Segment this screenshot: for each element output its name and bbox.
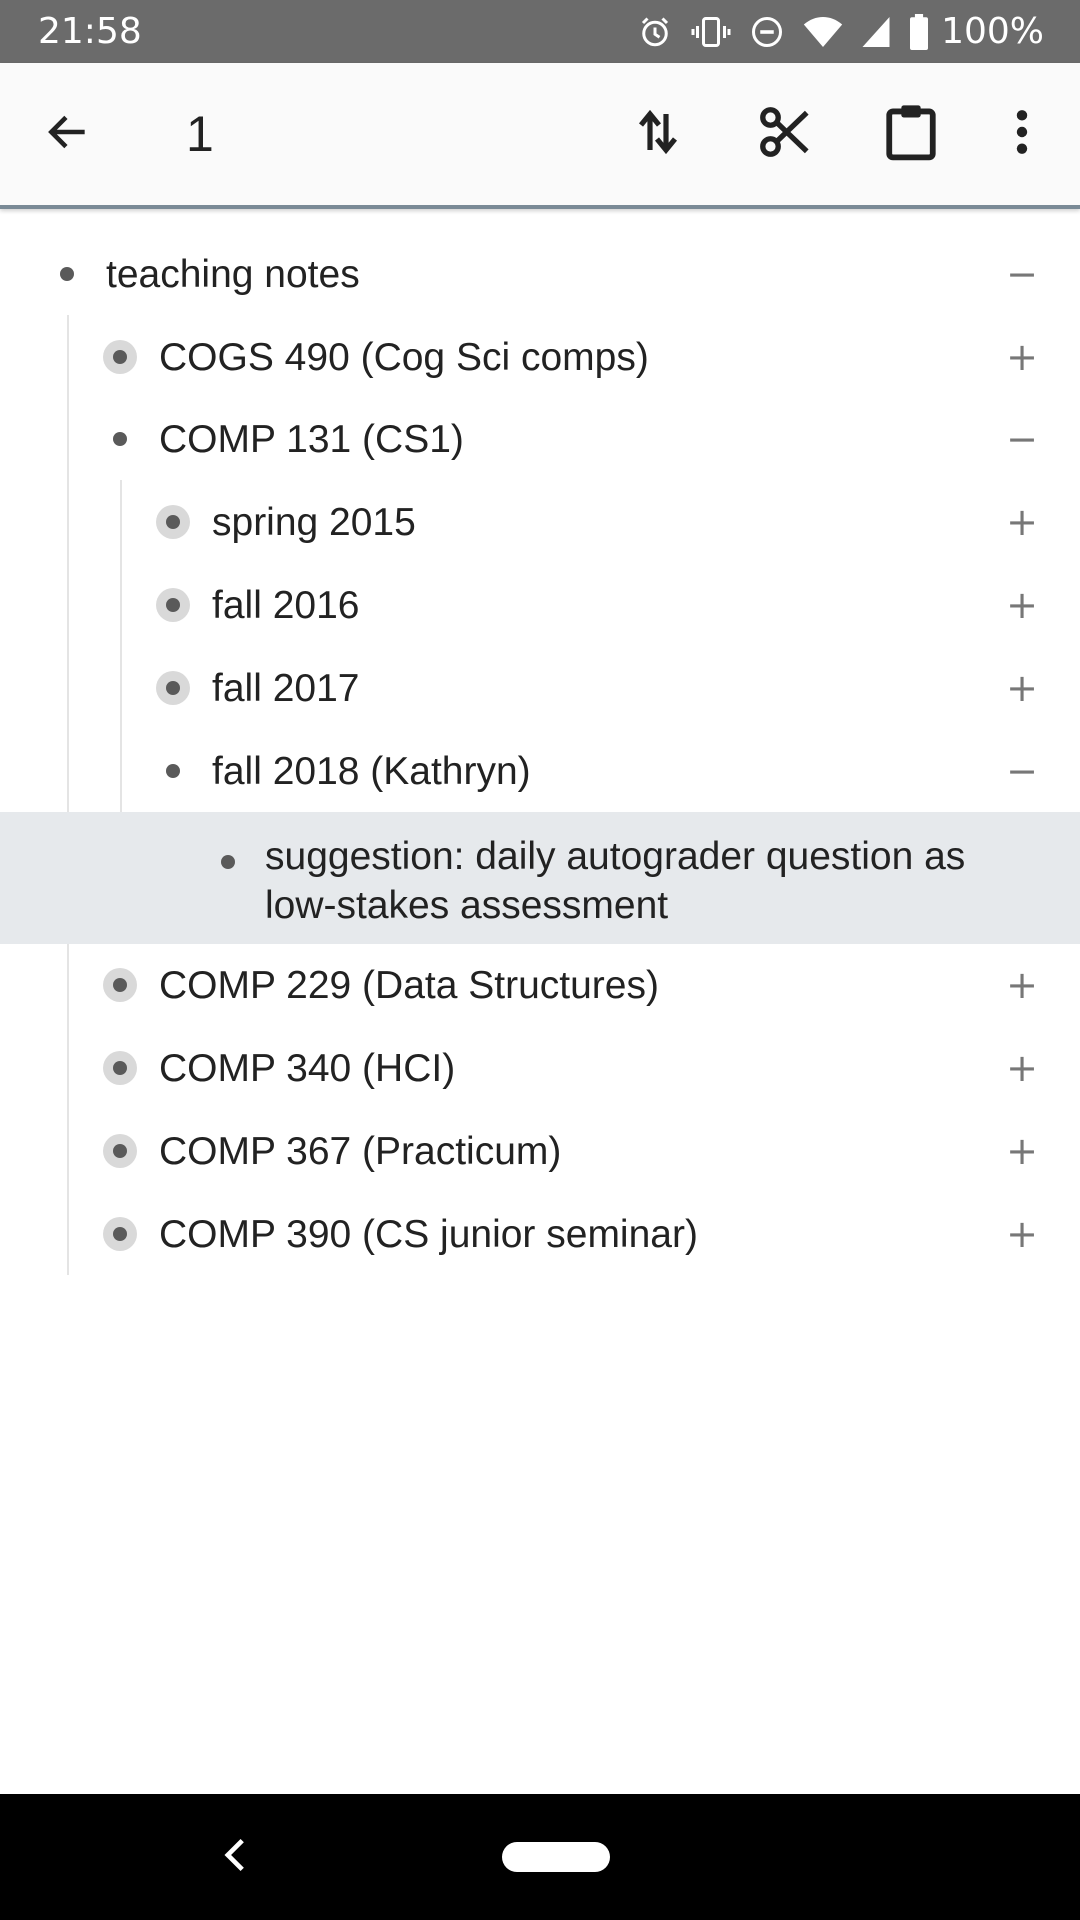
outline-item[interactable]: fall 2016 + xyxy=(0,564,1080,647)
outline-item-label[interactable]: fall 2016 xyxy=(212,564,359,647)
cut-button[interactable] xyxy=(735,63,835,205)
outline-item-label[interactable]: COMP 390 (CS junior seminar) xyxy=(159,1193,698,1276)
page-title: 1 xyxy=(186,106,214,162)
app-toolbar: 1 xyxy=(0,63,1080,209)
expand-button[interactable]: + xyxy=(1002,316,1042,399)
back-button[interactable] xyxy=(18,63,118,205)
outline-item-label[interactable]: teaching notes xyxy=(106,233,360,316)
outline-item-label[interactable]: fall 2018 (Kathryn) xyxy=(212,730,531,813)
item-bullet[interactable] xyxy=(156,588,190,622)
expand-button[interactable]: + xyxy=(1002,481,1042,564)
outline-item[interactable]: teaching notes − xyxy=(0,233,1080,316)
expand-button[interactable]: + xyxy=(1002,1193,1042,1276)
outline-item-label[interactable]: COMP 229 (Data Structures) xyxy=(159,944,659,1027)
outline-item[interactable]: fall 2017 + xyxy=(0,647,1080,730)
outline-item[interactable]: COMP 340 (HCI) + xyxy=(0,1027,1080,1110)
do-not-disturb-icon xyxy=(749,14,785,50)
status-bar: 21:58 100% xyxy=(0,0,1080,63)
outline-item-label[interactable]: COGS 490 (Cog Sci comps) xyxy=(159,316,649,399)
battery-percentage: 100% xyxy=(941,11,1044,52)
selected-item-text[interactable]: suggestion: daily autograder question as… xyxy=(265,832,1025,930)
item-bullet[interactable] xyxy=(103,1217,137,1251)
paste-icon xyxy=(884,103,938,166)
item-bullet[interactable] xyxy=(162,760,184,782)
status-time: 21:58 xyxy=(38,11,142,52)
expand-button[interactable]: + xyxy=(1002,564,1042,647)
item-bullet[interactable] xyxy=(109,428,131,450)
item-bullet[interactable] xyxy=(103,340,137,374)
sort-icon xyxy=(633,106,683,163)
battery-icon xyxy=(909,13,929,50)
expand-button[interactable]: + xyxy=(1002,1027,1042,1110)
item-bullet[interactable] xyxy=(56,263,78,285)
outline-item[interactable]: COMP 131 (CS1) − xyxy=(0,398,1080,481)
collapse-button[interactable]: − xyxy=(1002,233,1042,316)
back-arrow-icon xyxy=(43,107,93,162)
item-bullet[interactable] xyxy=(103,968,137,1002)
signal-icon xyxy=(861,15,891,49)
item-bullet[interactable] xyxy=(103,1134,137,1168)
sort-button[interactable] xyxy=(608,63,708,205)
outline-item-label[interactable]: COMP 340 (HCI) xyxy=(159,1027,455,1110)
outline-item[interactable]: COMP 367 (Practicum) + xyxy=(0,1110,1080,1193)
outline-item-label[interactable]: spring 2015 xyxy=(212,481,416,564)
item-bullet[interactable] xyxy=(103,1051,137,1085)
nav-back-button[interactable] xyxy=(205,1794,265,1920)
selected-item[interactable]: suggestion: daily autograder question as… xyxy=(0,812,1080,944)
expand-button[interactable]: + xyxy=(1002,647,1042,730)
paste-button[interactable] xyxy=(861,63,961,205)
item-bullet[interactable] xyxy=(156,671,190,705)
system-nav-bar xyxy=(0,1794,1080,1920)
outline-item[interactable]: COMP 229 (Data Structures) + xyxy=(0,944,1080,1027)
outline-item[interactable]: fall 2018 (Kathryn) − xyxy=(0,730,1080,813)
wifi-icon xyxy=(803,15,843,49)
cut-icon xyxy=(756,103,814,166)
item-bullet[interactable] xyxy=(217,851,239,873)
item-bullet[interactable] xyxy=(156,505,190,539)
more-options-button[interactable] xyxy=(972,63,1072,205)
nav-back-icon xyxy=(220,1837,250,1878)
alarm-icon xyxy=(637,14,673,50)
outline-item[interactable]: COMP 390 (CS junior seminar) + xyxy=(0,1193,1080,1276)
expand-button[interactable]: + xyxy=(1002,944,1042,1027)
outline-item-label[interactable]: COMP 131 (CS1) xyxy=(159,398,464,481)
outline-item[interactable]: COGS 490 (Cog Sci comps) + xyxy=(0,316,1080,399)
collapse-button[interactable]: − xyxy=(1002,398,1042,481)
collapse-button[interactable]: − xyxy=(1002,730,1042,813)
more-vert-icon xyxy=(1014,107,1030,162)
outline-item[interactable]: spring 2015 + xyxy=(0,481,1080,564)
vibrate-icon xyxy=(691,14,731,50)
expand-button[interactable]: + xyxy=(1002,1110,1042,1193)
status-icons: 100% xyxy=(637,0,1044,63)
outline-item-label[interactable]: fall 2017 xyxy=(212,647,359,730)
nav-home-button[interactable] xyxy=(502,1842,610,1872)
outline-item-label[interactable]: COMP 367 (Practicum) xyxy=(159,1110,561,1193)
